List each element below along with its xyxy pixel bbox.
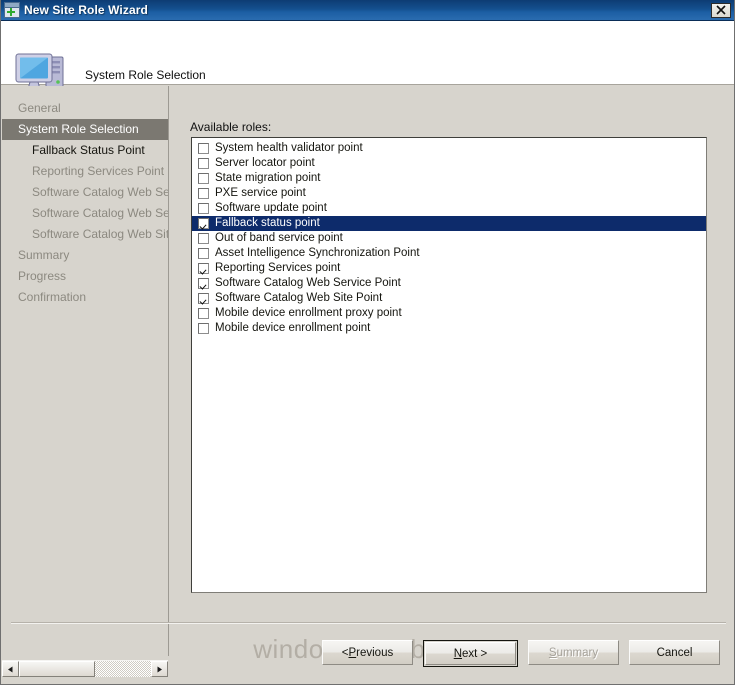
list-item[interactable]: Server locator point bbox=[192, 156, 706, 171]
next-button-focus-ring[interactable]: Next > bbox=[423, 640, 518, 667]
cancel-button-suffix: Cancel bbox=[656, 646, 693, 659]
new-window-icon bbox=[4, 2, 20, 18]
sidebar-item-system-role-selection[interactable]: System Role Selection bbox=[2, 119, 168, 140]
role-checkbox[interactable] bbox=[198, 218, 209, 229]
summary-button-accelerator: S bbox=[548, 646, 557, 659]
sidebar-item-summary[interactable]: Summary bbox=[2, 245, 168, 266]
role-checkbox[interactable] bbox=[198, 323, 209, 334]
role-checkbox[interactable] bbox=[198, 233, 209, 244]
sidebar-item-progress[interactable]: Progress bbox=[2, 266, 168, 287]
role-checkbox[interactable] bbox=[198, 293, 209, 304]
sidebar-item-software-catalog-web-service-2[interactable]: Software Catalog Web Ser bbox=[2, 203, 168, 224]
sidebar-item-reporting-services-point[interactable]: Reporting Services Point bbox=[2, 161, 168, 182]
sidebar-item-confirmation[interactable]: Confirmation bbox=[2, 287, 168, 308]
title-bar: New Site Role Wizard bbox=[1, 0, 734, 21]
close-icon bbox=[716, 5, 726, 15]
summary-button-suffix: ummary bbox=[556, 646, 599, 659]
list-item[interactable]: Out of band service point bbox=[192, 231, 706, 246]
list-item-selected[interactable]: Fallback status point bbox=[192, 216, 706, 231]
cancel-button[interactable]: Cancel bbox=[629, 640, 720, 665]
previous-button[interactable]: < Previous bbox=[322, 640, 413, 665]
sidebar-item-fallback-status-point[interactable]: Fallback Status Point bbox=[2, 140, 168, 161]
role-checkbox[interactable] bbox=[198, 203, 209, 214]
window-title: New Site Role Wizard bbox=[24, 3, 148, 17]
role-label: Out of band service point bbox=[215, 232, 343, 244]
role-label: Mobile device enrollment point bbox=[215, 322, 371, 334]
list-item[interactable]: Software update point bbox=[192, 201, 706, 216]
role-checkbox[interactable] bbox=[198, 158, 209, 169]
available-roles-list[interactable]: System health validator point Server loc… bbox=[191, 137, 707, 593]
sidebar-item-software-catalog-web-site[interactable]: Software Catalog Web Site bbox=[2, 224, 168, 245]
sidebar-item-software-catalog-web-service-1[interactable]: Software Catalog Web Ser bbox=[2, 182, 168, 203]
previous-button-suffix: revious bbox=[356, 646, 394, 659]
role-checkbox[interactable] bbox=[198, 278, 209, 289]
list-item[interactable]: Software Catalog Web Site Point bbox=[192, 291, 706, 306]
role-label: Reporting Services point bbox=[215, 262, 341, 274]
list-item[interactable]: Mobile device enrollment proxy point bbox=[192, 306, 706, 321]
next-button-suffix: ext > bbox=[462, 647, 488, 660]
role-checkbox[interactable] bbox=[198, 248, 209, 259]
wizard-window: New Site Role Wizard System Role Selecti… bbox=[0, 0, 735, 685]
role-checkbox[interactable] bbox=[198, 143, 209, 154]
list-item[interactable]: Software Catalog Web Service Point bbox=[192, 276, 706, 291]
role-label: Mobile device enrollment proxy point bbox=[215, 307, 402, 319]
list-item[interactable]: System health validator point bbox=[192, 141, 706, 156]
role-label: Software Catalog Web Site Point bbox=[215, 292, 383, 304]
previous-button-accelerator: P bbox=[348, 646, 357, 659]
content-pane: Available roles: System health validator… bbox=[170, 86, 734, 621]
role-label: Software update point bbox=[215, 202, 327, 214]
role-label: PXE service point bbox=[215, 187, 306, 199]
footer-button-bar: < Previous Next > Summary Cancel bbox=[1, 640, 734, 670]
role-label: Software Catalog Web Service Point bbox=[215, 277, 401, 289]
next-button[interactable]: Next > bbox=[425, 642, 516, 665]
next-button-accelerator: N bbox=[453, 647, 463, 660]
role-label: Asset Intelligence Synchronization Point bbox=[215, 247, 420, 259]
previous-button-prefix: < bbox=[341, 646, 349, 659]
role-checkbox[interactable] bbox=[198, 308, 209, 319]
sidebar-item-general[interactable]: General bbox=[2, 98, 168, 119]
role-label: Server locator point bbox=[215, 157, 315, 169]
footer-separator bbox=[11, 622, 726, 624]
list-item[interactable]: Mobile device enrollment point bbox=[192, 321, 706, 336]
role-checkbox[interactable] bbox=[198, 263, 209, 274]
role-label: Fallback status point bbox=[215, 217, 320, 229]
list-item[interactable]: State migration point bbox=[192, 171, 706, 186]
role-label: System health validator point bbox=[215, 142, 363, 154]
role-checkbox[interactable] bbox=[198, 188, 209, 199]
close-button[interactable] bbox=[711, 2, 731, 18]
role-checkbox[interactable] bbox=[198, 173, 209, 184]
available-roles-label: Available roles: bbox=[190, 120, 272, 134]
wizard-steps-sidebar: General System Role Selection Fallback S… bbox=[2, 86, 169, 656]
role-label: State migration point bbox=[215, 172, 321, 184]
summary-button: Summary bbox=[528, 640, 619, 665]
list-item[interactable]: PXE service point bbox=[192, 186, 706, 201]
page-title: System Role Selection bbox=[85, 68, 206, 82]
list-item[interactable]: Reporting Services point bbox=[192, 261, 706, 276]
step-list: General System Role Selection Fallback S… bbox=[2, 98, 168, 308]
list-item[interactable]: Asset Intelligence Synchronization Point bbox=[192, 246, 706, 261]
wizard-header: System Role Selection bbox=[1, 21, 734, 95]
